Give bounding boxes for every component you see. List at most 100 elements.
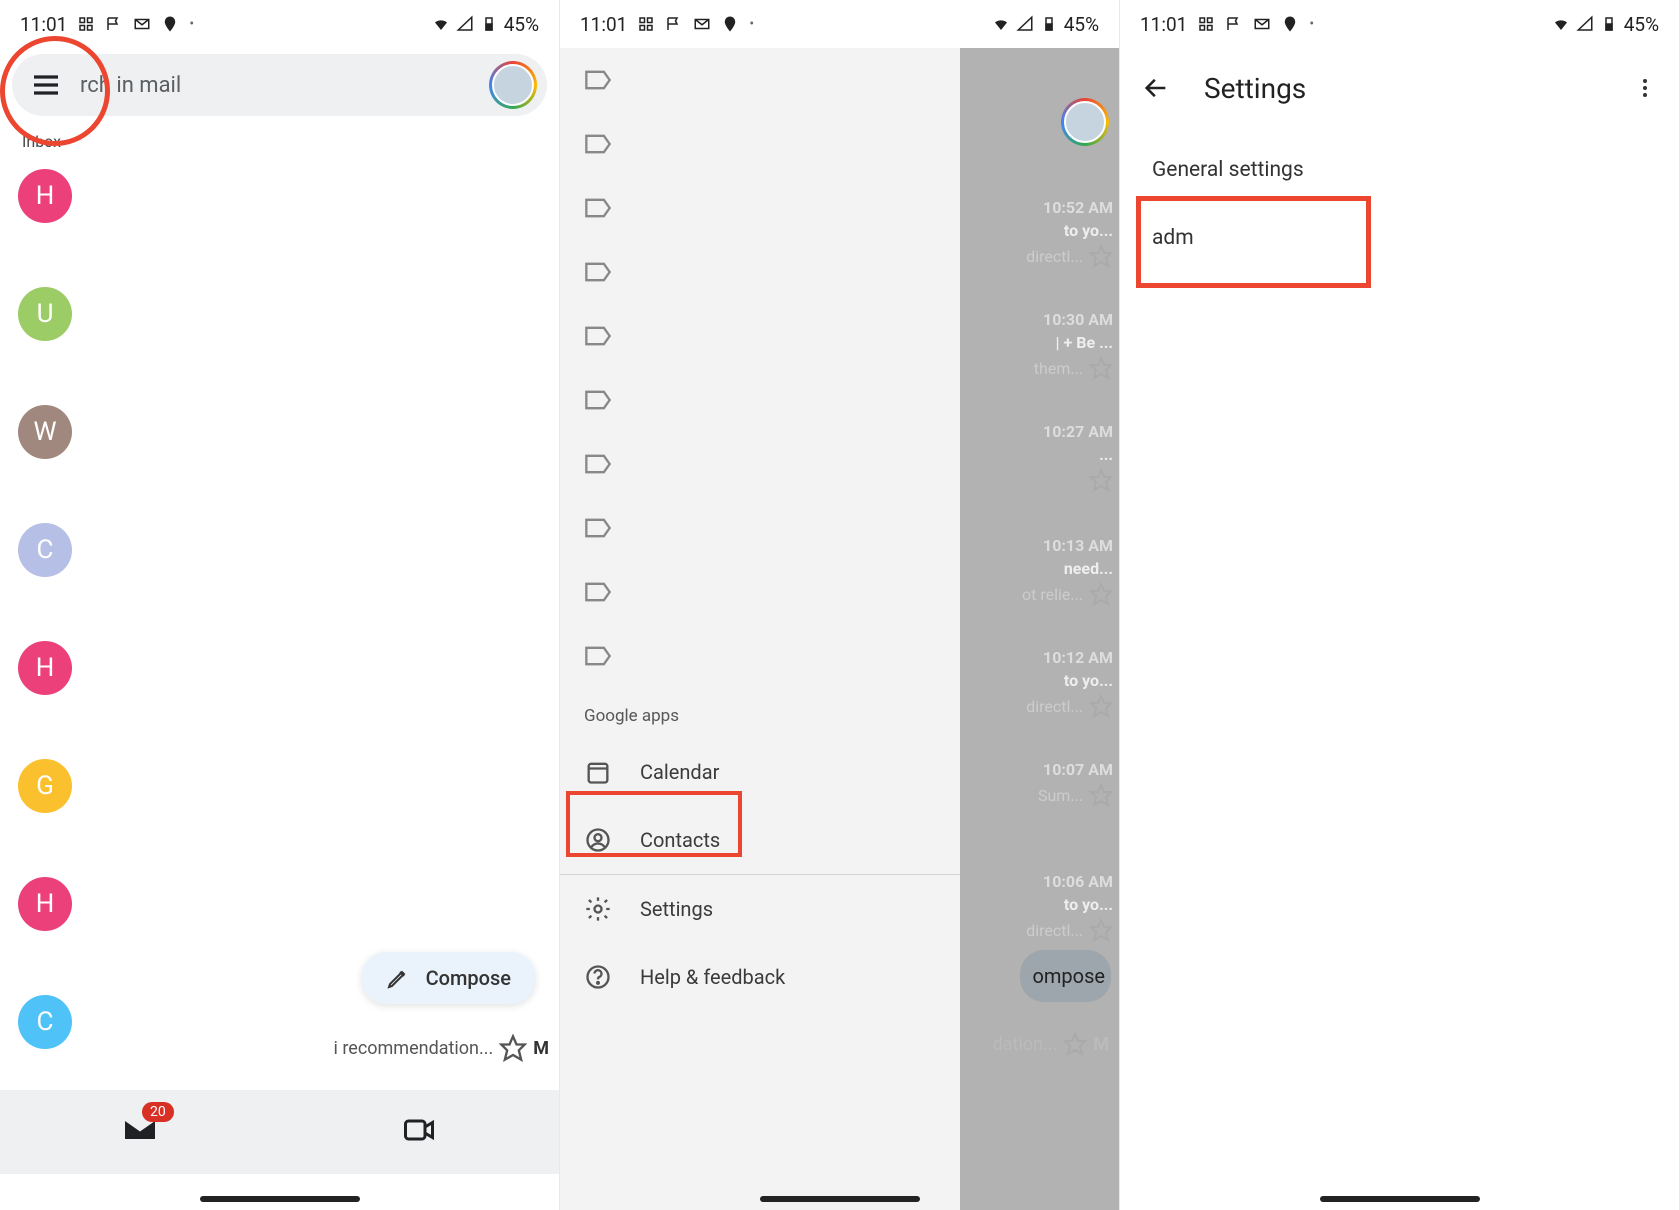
label-icon	[584, 196, 612, 220]
flag-icon	[665, 15, 683, 33]
label-icon	[584, 516, 612, 540]
battery-icon	[1600, 15, 1618, 33]
account-avatar[interactable]	[489, 61, 537, 109]
map-pin-icon	[1281, 15, 1299, 33]
panel-settings: 11:01 • 45% Settings General settings ad…	[1120, 0, 1680, 1210]
nav-drawer: Google apps Calendar Contacts Settings H…	[560, 48, 960, 1210]
flag-icon	[1225, 15, 1243, 33]
label-icon	[584, 452, 612, 476]
drawer-item-settings[interactable]: Settings	[560, 875, 960, 943]
slack-icon	[637, 15, 655, 33]
drawer-item-help[interactable]: Help & feedback	[560, 943, 960, 1011]
sender-avatar: C	[18, 523, 72, 577]
partial-email-snippet: i recommendation... M	[334, 1034, 549, 1062]
home-indicator[interactable]	[760, 1196, 920, 1202]
compose-button[interactable]: Compose	[362, 952, 535, 1004]
mail-icon	[133, 15, 151, 33]
mail-icon	[693, 15, 711, 33]
drawer-item-label: Contacts	[640, 828, 720, 852]
drawer-item-contacts[interactable]: Contacts	[560, 806, 960, 874]
thread-row[interactable]: U	[0, 275, 559, 393]
statusbar: 11:01 • 45%	[560, 0, 1119, 48]
label-icon	[584, 644, 612, 668]
signal-icon	[1576, 15, 1594, 33]
thread-row[interactable]: H	[0, 157, 559, 275]
label-icon	[584, 68, 612, 92]
drawer-label-item[interactable]	[560, 496, 960, 560]
label-icon	[584, 132, 612, 156]
drawer-label-item[interactable]	[560, 176, 960, 240]
drawer-label-item[interactable]	[560, 48, 960, 112]
drawer-label-item[interactable]	[560, 240, 960, 304]
drawer-label-item[interactable]	[560, 432, 960, 496]
signal-icon	[1016, 15, 1034, 33]
sender-avatar: H	[18, 641, 72, 695]
sender-avatar: U	[18, 287, 72, 341]
more-icon[interactable]	[1633, 76, 1657, 100]
search-bar[interactable]: rch in mail	[12, 54, 547, 116]
statusbar: 11:01 • 45%	[0, 0, 559, 48]
wifi-icon	[432, 15, 450, 33]
thread-row[interactable]: G	[0, 747, 559, 865]
home-indicator[interactable]	[200, 1196, 360, 1202]
battery-pct: 45%	[1064, 13, 1099, 36]
flag-icon	[105, 15, 123, 33]
drawer-label-item[interactable]	[560, 368, 960, 432]
signal-icon	[456, 15, 474, 33]
dot-icon: •	[1309, 16, 1314, 32]
mail-icon	[1253, 15, 1271, 33]
search-placeholder: rch in mail	[80, 73, 479, 98]
label-icon	[584, 324, 612, 348]
battery-pct: 45%	[504, 13, 539, 36]
back-arrow-icon[interactable]	[1142, 74, 1170, 102]
sender-avatar: H	[18, 169, 72, 223]
map-pin-icon	[161, 15, 179, 33]
thread-row[interactable]: W	[0, 393, 559, 511]
sender-avatar: C	[18, 995, 72, 1049]
hamburger-icon[interactable]	[22, 61, 70, 109]
label-icon	[584, 388, 612, 412]
sender-avatar: W	[18, 405, 72, 459]
clock: 11:01	[20, 13, 67, 36]
drawer-item-label: Calendar	[640, 760, 719, 784]
battery-icon	[1040, 15, 1058, 33]
statusbar: 11:01 • 45%	[1120, 0, 1679, 48]
wifi-icon	[992, 15, 1010, 33]
drawer-label-item[interactable]	[560, 304, 960, 368]
pencil-icon	[386, 966, 410, 990]
panel-drawer: 11:01 • 45% 10:52 AMto yo...directl...10…	[560, 0, 1120, 1210]
calendar-icon	[584, 758, 612, 786]
bottom-nav: 20	[0, 1090, 559, 1174]
home-indicator[interactable]	[1320, 1196, 1480, 1202]
contacts-icon	[584, 826, 612, 854]
mail-badge: 20	[142, 1102, 174, 1122]
drawer-label-item[interactable]	[560, 112, 960, 176]
sender-avatar: G	[18, 759, 72, 813]
drawer-label-item[interactable]	[560, 624, 960, 688]
drawer-label-item[interactable]	[560, 560, 960, 624]
clock: 11:01	[580, 13, 627, 36]
drawer-item-label: Help & feedback	[640, 965, 785, 989]
battery-icon	[480, 15, 498, 33]
thread-row[interactable]: H	[0, 629, 559, 747]
nav-meet[interactable]	[401, 1112, 437, 1152]
drawer-item-calendar[interactable]: Calendar	[560, 738, 960, 806]
dot-icon: •	[189, 16, 194, 32]
label-icon	[584, 260, 612, 284]
nav-mail[interactable]: 20	[122, 1112, 158, 1152]
settings-item-account[interactable]: adm	[1146, 204, 1653, 272]
sender-avatar: H	[18, 877, 72, 931]
thread-row[interactable]: C	[0, 511, 559, 629]
help-icon	[584, 963, 612, 991]
compose-label: Compose	[426, 966, 511, 990]
star-icon[interactable]	[499, 1034, 527, 1062]
settings-title: Settings	[1204, 72, 1599, 105]
drawer-item-label: Settings	[640, 897, 713, 921]
panel-inbox: 11:01 • 45% rch in mail Inbox H U W C H G H C C…	[0, 0, 560, 1210]
wifi-icon	[1552, 15, 1570, 33]
settings-item-general[interactable]: General settings	[1146, 136, 1653, 204]
label-icon	[584, 580, 612, 604]
slack-icon	[77, 15, 95, 33]
inbox-label: Inbox	[0, 122, 559, 157]
settings-header: Settings	[1120, 48, 1679, 128]
